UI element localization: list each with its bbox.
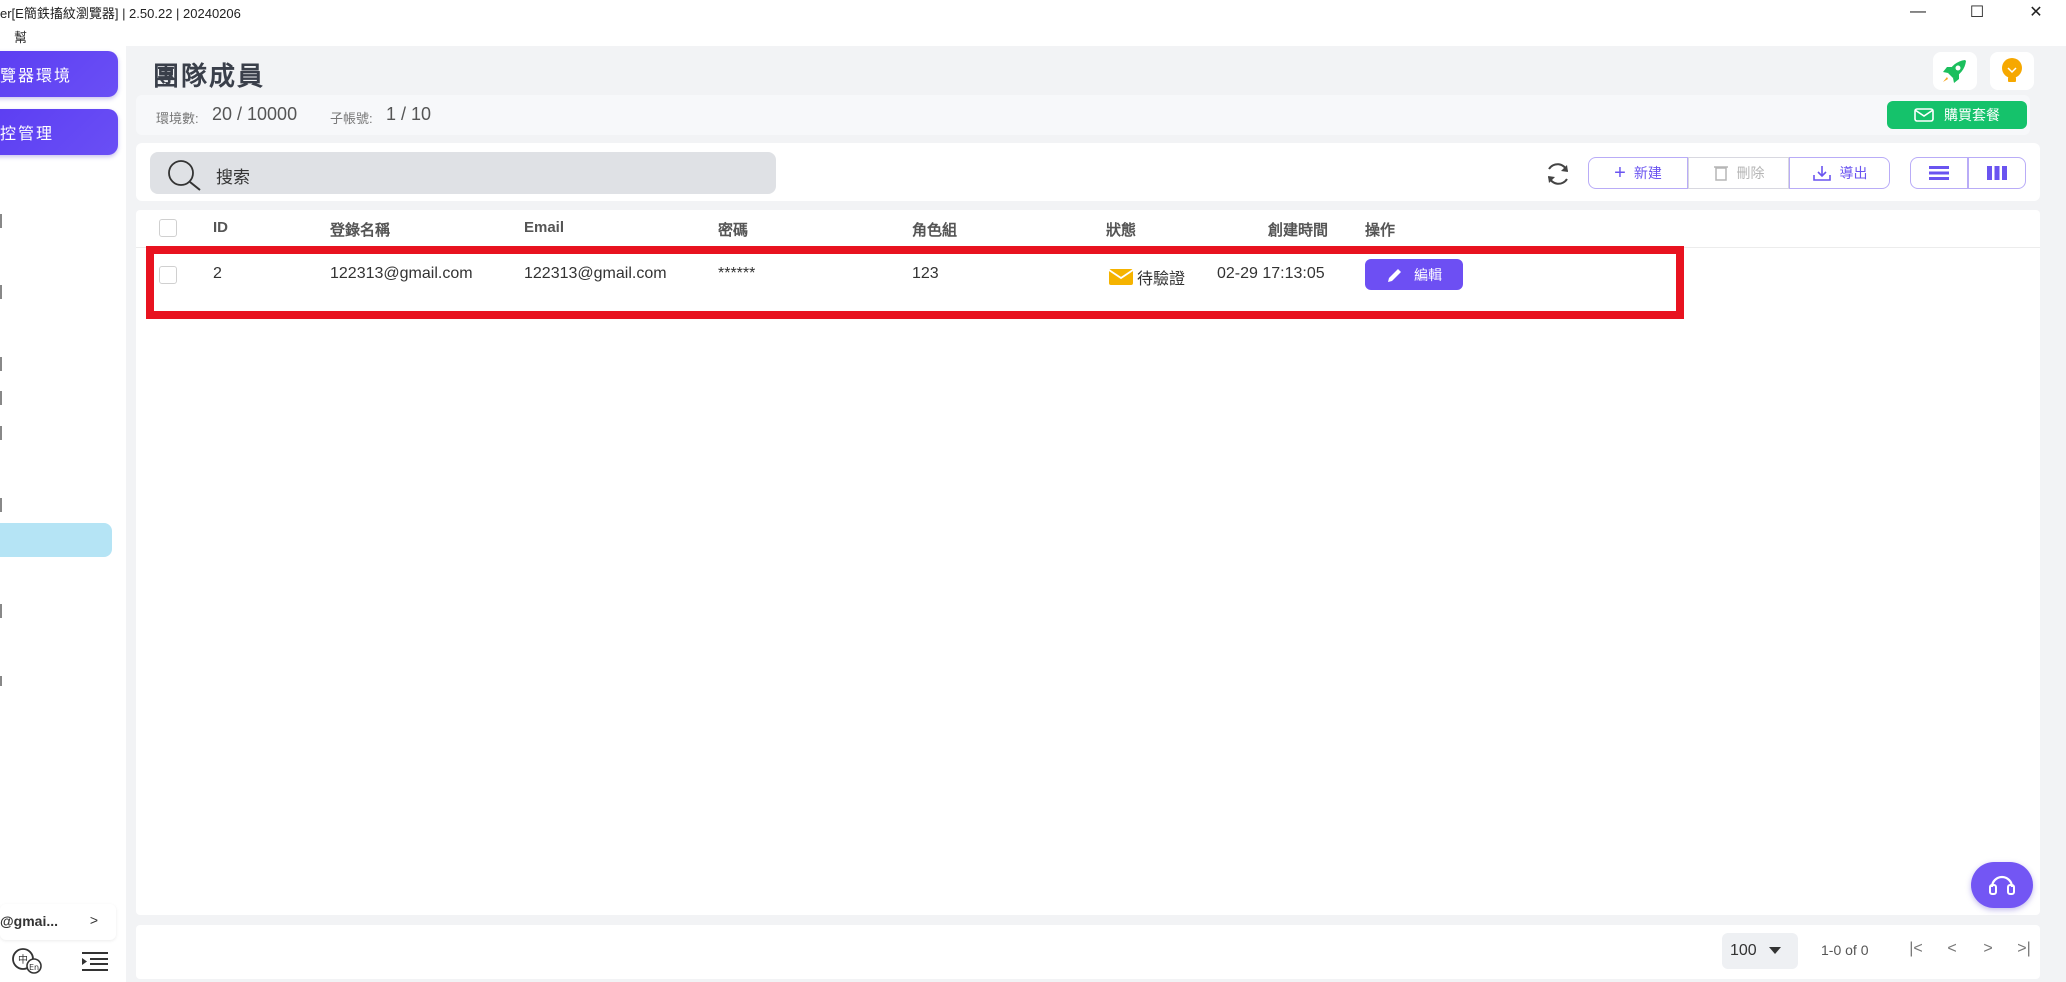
select-all-checkbox[interactable] (159, 219, 177, 237)
sidebar-control-button[interactable]: 控管理 (0, 109, 118, 155)
sidebar-item-team-members-active[interactable] (0, 523, 112, 557)
page-range: 1-0 of 0 (1821, 942, 1869, 958)
sidebar-item-3[interactable] (0, 357, 6, 371)
last-page-button[interactable]: >| (2013, 940, 2035, 958)
search-icon (168, 160, 201, 191)
sidebar-item-8[interactable] (0, 604, 6, 618)
column-header-id[interactable]: ID (213, 219, 228, 236)
minimize-button[interactable]: — (1898, 0, 1938, 24)
sidebar-item-1[interactable] (0, 214, 6, 228)
collapse-sidebar-icon[interactable] (80, 949, 110, 973)
list-view-icon (1929, 166, 1949, 180)
column-header-role[interactable]: 角色組 (912, 219, 957, 240)
trash-icon (1713, 166, 1728, 181)
window-titlebar: er[E簡鉄搐紋瀏覽器] | 2.50.22 | 20240206 — ☐ ✕ (0, 0, 2066, 24)
window-title: er[E簡鉄搐紋瀏覽器] | 2.50.22 | 20240206 (0, 6, 241, 21)
delete-label: 刪除 (1736, 165, 1765, 181)
chevron-right-icon: > (89, 912, 98, 928)
sub-account-label: 子帳號: (330, 111, 373, 126)
page-title: 團隊成員 (153, 61, 266, 91)
column-header-status[interactable]: 狀態 (1106, 219, 1136, 240)
column-header-login[interactable]: 登錄名稱 (330, 219, 390, 240)
lightbulb-icon[interactable] (1990, 52, 2034, 90)
refresh-icon[interactable] (1543, 159, 1573, 189)
new-label: 新建 (1633, 165, 1662, 181)
caret-down-icon (1768, 947, 1781, 954)
next-page-button[interactable]: > (1977, 940, 1999, 958)
column-header-email[interactable]: Email (524, 219, 564, 236)
account-email: @gmai... (0, 913, 58, 929)
column-header-actions: 操作 (1365, 222, 1396, 239)
search-placeholder: 搜索 (216, 168, 250, 187)
rocket-icon[interactable] (1933, 52, 1977, 90)
delete-button[interactable]: 刪除 (1688, 157, 1789, 189)
mail-icon (1914, 108, 1934, 122)
page-size-value: 100 (1730, 942, 1757, 959)
svg-text:En: En (29, 963, 39, 972)
list-view-button[interactable] (1910, 157, 1968, 189)
search-input[interactable]: 搜索 (150, 152, 776, 194)
maximize-button[interactable]: ☐ (1957, 0, 1997, 24)
buy-plan-label: 購買套餐 (1944, 107, 2000, 123)
page-size-select[interactable]: 100 (1722, 933, 1798, 969)
plus-icon: + (1614, 161, 1626, 184)
support-headset-icon[interactable] (1971, 862, 2033, 908)
row-highlight-box (146, 246, 1684, 319)
sidebar-browser-env-button[interactable]: 覽器環境 (0, 51, 118, 97)
sidebar-item-4[interactable] (0, 391, 6, 405)
sidebar-item-5[interactable] (0, 426, 6, 440)
column-header-password[interactable]: 密碼 (718, 219, 748, 240)
env-count-label: 環境數: (156, 111, 199, 126)
prev-page-button[interactable]: < (1941, 940, 1963, 958)
sidebar-item-9[interactable] (0, 676, 6, 686)
buy-plan-button[interactable]: 購買套餐 (1887, 101, 2027, 129)
download-icon (1812, 166, 1831, 181)
export-button[interactable]: 導出 (1789, 157, 1890, 189)
export-label: 導出 (1839, 165, 1868, 181)
column-header-created[interactable]: 創建時間 (1268, 219, 1328, 240)
sub-account-value: 1 / 10 (386, 104, 432, 124)
column-view-icon (1987, 166, 2007, 180)
language-switch-icon[interactable]: 中 En (10, 946, 46, 976)
new-button[interactable]: + 新建 (1588, 157, 1688, 189)
account-menu[interactable]: @gmai... > (0, 904, 116, 940)
sidebar-item-6[interactable] (0, 498, 6, 512)
sidebar (0, 46, 126, 982)
close-button[interactable]: ✕ (2016, 0, 2056, 24)
first-page-button[interactable]: |< (1905, 940, 1927, 958)
sidebar-item-2[interactable] (0, 285, 6, 299)
stats-bar: 環境數: 20 / 10000 子帳號: 1 / 10 (136, 95, 2030, 135)
env-count-value: 20 / 10000 (212, 104, 298, 124)
column-view-button[interactable] (1968, 157, 2026, 189)
